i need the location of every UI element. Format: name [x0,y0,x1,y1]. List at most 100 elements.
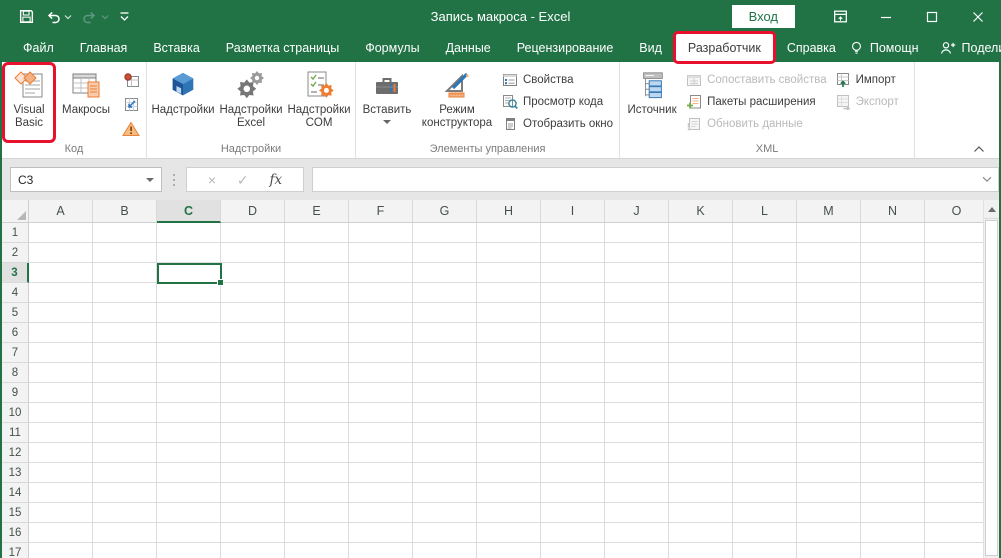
row-header-15[interactable]: 15 [2,503,29,523]
tab-формулы[interactable]: Формулы [352,33,432,62]
insert-control-button[interactable]: Вставить [358,64,416,141]
expand-formula-chevron-icon [982,176,992,183]
com-addins-icon [303,66,335,104]
addins-button[interactable]: Надстройки [149,64,217,141]
row-header-9[interactable]: 9 [2,383,29,403]
row-header-11[interactable]: 11 [2,423,29,443]
vertical-scrollbar[interactable] [983,200,999,558]
row-header-14[interactable]: 14 [2,483,29,503]
scrollbar-thumb[interactable] [985,220,998,556]
redo-button[interactable] [81,9,109,25]
addins-label: Надстройки [151,104,214,117]
addins-icon [168,66,198,104]
insert-control-icon [371,66,403,104]
excel-addins-button[interactable]: Надстройки Excel [217,64,285,141]
row-header-3[interactable]: 3 [2,263,29,283]
select-all-button[interactable] [2,200,29,223]
view-code-button[interactable]: Просмотр кода [498,91,617,112]
row-header-8[interactable]: 8 [2,363,29,383]
enter-button[interactable]: ✓ [237,173,249,187]
expansion-packs-button[interactable]: Пакеты расширения [682,91,831,112]
formula-input[interactable] [312,167,999,192]
sign-in-button[interactable]: Вход [732,5,795,28]
macro-security-icon [122,121,140,137]
name-box-dropdown[interactable] [139,168,161,191]
show-dialog-button[interactable]: Отобразить окно [498,113,617,134]
insert-function-button[interactable]: fx [270,172,283,188]
column-header-n[interactable]: N [861,200,925,223]
column-header-b[interactable]: B [93,200,157,223]
tab-разработчик[interactable]: Разработчик [675,33,774,62]
row-header-12[interactable]: 12 [2,443,29,463]
ribbon-display-options-button[interactable] [817,0,863,33]
expand-formula-bar-button[interactable] [982,176,992,183]
tab-рецензирование[interactable]: Рецензирование [504,33,627,62]
minimize-button[interactable] [863,0,909,33]
row-header-7[interactable]: 7 [2,343,29,363]
selected-cell-c3[interactable] [157,263,222,284]
column-header-g[interactable]: G [413,200,477,223]
properties-icon [502,72,518,88]
ribbon: Visual Basic Макросы [2,62,999,158]
export-button[interactable]: Экспорт [831,91,903,112]
column-header-a[interactable]: A [29,200,93,223]
save-button[interactable] [18,8,35,25]
name-box[interactable]: C3 [10,167,162,192]
formula-bar-resize-handle[interactable] [172,174,176,186]
visual-basic-button[interactable]: Visual Basic [4,64,54,141]
row-header-16[interactable]: 16 [2,523,29,543]
design-mode-button[interactable]: Режим конструктора [416,64,498,141]
column-header-e[interactable]: E [285,200,349,223]
column-header-j[interactable]: J [605,200,669,223]
column-header-d[interactable]: D [221,200,285,223]
tab-файл[interactable]: Файл [10,33,67,62]
tell-me-button[interactable]: Помощн [849,40,919,56]
row-header-4[interactable]: 4 [2,283,29,303]
map-properties-button[interactable]: Сопоставить свойства [682,69,831,90]
undo-button[interactable] [44,9,72,25]
row-header-1[interactable]: 1 [2,223,29,243]
relative-references-button[interactable] [118,93,144,116]
column-header-o[interactable]: O [925,200,983,223]
column-header-l[interactable]: L [733,200,797,223]
tab-справка[interactable]: Справка [774,33,849,62]
tab-вид[interactable]: Вид [626,33,675,62]
macro-security-button[interactable] [118,117,144,140]
customize-qat-button[interactable] [118,11,131,22]
maximize-button[interactable] [909,0,955,33]
cancel-button[interactable]: × [208,173,216,187]
source-button[interactable]: Источник [622,64,682,141]
tab-данные[interactable]: Данные [433,33,504,62]
row-header-13[interactable]: 13 [2,463,29,483]
scroll-up-button[interactable] [984,200,999,219]
relative-references-icon [123,96,140,113]
row-header-2[interactable]: 2 [2,243,29,263]
row-header-6[interactable]: 6 [2,323,29,343]
refresh-data-button[interactable]: Обновить данные [682,113,831,134]
row-header-17[interactable]: 17 [2,543,29,558]
map-properties-label: Сопоставить свойства [707,74,827,86]
column-header-h[interactable]: H [477,200,541,223]
import-button[interactable]: Импорт [831,69,903,90]
record-macro-button[interactable] [118,69,144,92]
column-header-f[interactable]: F [349,200,413,223]
column-header-k[interactable]: K [669,200,733,223]
record-macro-icon [123,72,140,89]
xml-source-icon [637,66,667,104]
cell-grid[interactable] [29,223,983,558]
tab-разметка-страницы[interactable]: Разметка страницы [213,33,352,62]
collapse-ribbon-button[interactable] [969,141,989,156]
com-addins-button[interactable]: Надстройки COM [285,64,353,141]
close-button[interactable] [955,0,1001,33]
macros-button[interactable]: Макросы [54,64,118,141]
row-header-5[interactable]: 5 [2,303,29,323]
row-header-10[interactable]: 10 [2,403,29,423]
column-header-i[interactable]: I [541,200,605,223]
tab-вставка[interactable]: Вставка [140,33,212,62]
macros-icon [70,66,102,104]
column-header-m[interactable]: M [797,200,861,223]
properties-button[interactable]: Свойства [498,69,617,90]
tab-главная[interactable]: Главная [67,33,141,62]
column-header-c[interactable]: C [157,200,221,223]
share-button[interactable]: Поделиться [939,40,1001,56]
